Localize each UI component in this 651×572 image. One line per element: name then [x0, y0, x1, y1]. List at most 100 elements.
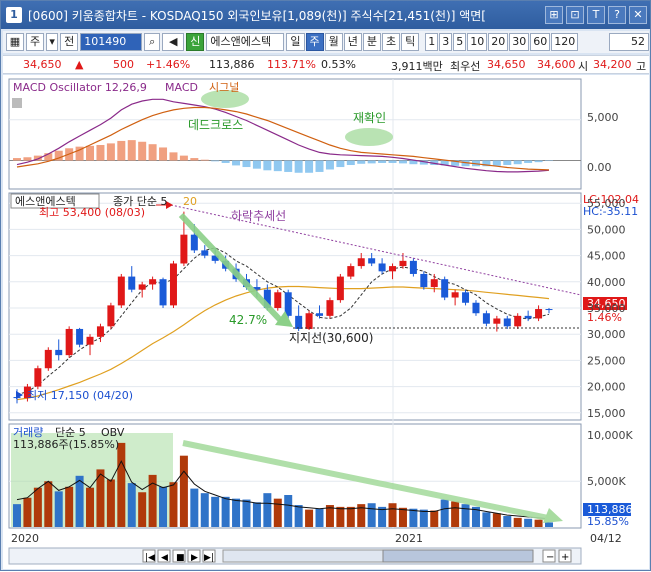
volume-bar [440, 499, 449, 527]
help-button[interactable]: ? [608, 6, 626, 24]
candle-body [96, 326, 104, 337]
scrollbar-track[interactable] [222, 549, 384, 563]
candle-body [336, 276, 344, 301]
volume-bar [513, 517, 522, 527]
stock-code-input[interactable]: 101490 [80, 33, 143, 51]
candle-body [190, 234, 198, 251]
prev-button[interactable]: 전 [60, 33, 79, 51]
trade-amount: 3,911백만 [391, 60, 443, 73]
volume-bar [419, 509, 428, 527]
market-select[interactable]: 주 [26, 33, 45, 51]
candle-body [357, 258, 365, 267]
volume-bar [409, 508, 418, 527]
layout-button[interactable]: ⊞ [545, 6, 563, 24]
turnover-ratio: 0.53% [321, 58, 356, 71]
volume-bar [159, 486, 168, 527]
macd-osc-bar [232, 160, 241, 166]
macd-osc-bar [284, 160, 293, 172]
interval-button-7[interactable]: 120 [551, 33, 579, 51]
candle-body [430, 279, 438, 288]
period-button-0[interactable]: 일 [286, 33, 305, 51]
period-button-6[interactable]: 틱 [401, 33, 420, 51]
volume-bar [86, 487, 95, 527]
interval-button-6[interactable]: 60 [530, 33, 551, 51]
candle-body [514, 315, 522, 327]
candle-body [128, 276, 136, 290]
macd-osc-bar [169, 152, 178, 161]
volume-bar [524, 518, 533, 527]
macd-osc-bar [315, 160, 324, 172]
minus-icon: − [546, 552, 554, 563]
stock-chart-svg[interactable]: MACD Oscillator 12,26,9 MACD 시그널 데드크로스 재… [3, 75, 649, 569]
candle-body [55, 349, 63, 356]
candle-body [482, 313, 490, 324]
period-button-3[interactable]: 년 [343, 33, 362, 51]
close-button[interactable]: ✕ [629, 6, 647, 24]
candle-body [441, 279, 449, 298]
signal-legend: 시그널 [209, 81, 239, 94]
chart-window: 1 [0600] 키움종합차트 - KOSDAQ150 외국인보유[1,089(… [0, 0, 651, 571]
candle-body [169, 263, 177, 306]
macd-osc-bar [138, 141, 147, 161]
volume-bar [13, 504, 21, 527]
macd-settings-icon[interactable] [12, 98, 22, 108]
support-label: 지지선(30,600) [289, 331, 373, 345]
current-price: 34,650 [23, 58, 62, 71]
interval-button-3[interactable]: 10 [467, 33, 488, 51]
volume-bar [346, 506, 355, 527]
market-chevron-icon[interactable]: ▾ [46, 33, 59, 51]
grid-icon[interactable]: ▦ [6, 33, 24, 51]
play-icon: ▶ [191, 553, 198, 563]
candle-body [451, 292, 459, 298]
macd-tick-5000: 5,000 [587, 111, 619, 124]
volume-bar [336, 506, 345, 527]
text-button[interactable]: T [587, 6, 605, 24]
pct-label: 42.7% [229, 313, 267, 327]
count-input[interactable]: 52 [609, 33, 649, 51]
speaker-icon[interactable]: ◀ [162, 33, 185, 51]
volume-bar [545, 522, 553, 527]
scrollbar-thumb[interactable] [382, 549, 534, 563]
chart-area[interactable]: MACD Oscillator 12,26,9 MACD 시그널 데드크로스 재… [3, 75, 649, 569]
window-title: [0600] 키움종합차트 - KOSDAQ150 외국인보유[1,089(천)… [28, 8, 486, 23]
candle-body [472, 302, 480, 314]
xaxis-2020: 2020 [11, 532, 39, 545]
interval-button-4[interactable]: 20 [488, 33, 509, 51]
volume-bar [33, 487, 42, 527]
candle-body [149, 279, 157, 285]
period-button-2[interactable]: 월 [324, 33, 343, 51]
open-price: 34,200 [593, 58, 632, 71]
candle-body [420, 273, 428, 288]
restore-button[interactable]: ⊡ [566, 6, 584, 24]
period-button-4[interactable]: 분 [362, 33, 381, 51]
high-note: 최고 53,400 (08/03) [39, 206, 145, 219]
candle-body [34, 368, 42, 387]
app-icon[interactable]: 1 [6, 7, 22, 23]
candle-body [274, 292, 282, 308]
macd-osc-bar [117, 140, 126, 161]
candle-body [503, 318, 511, 327]
volume-bar [106, 479, 115, 527]
volume-note: 113,886주(15.85%) [13, 438, 119, 451]
volume-bar [242, 499, 251, 527]
candle-body [535, 309, 543, 319]
stock-name: 에스앤에스텍 [206, 33, 285, 51]
reconfirm-label: 재확인 [353, 111, 386, 125]
interval-button-5[interactable]: 30 [509, 33, 530, 51]
volume-bar [200, 493, 209, 527]
new-button[interactable]: 신 [186, 33, 205, 51]
candle-body [378, 263, 386, 272]
period-button-5[interactable]: 초 [382, 33, 401, 51]
search-icon[interactable]: ⌕ [144, 33, 161, 51]
volume-value: 113,886 [209, 58, 255, 71]
price-bar: 34,650 ▲ 500 +1.46% 113,886 113.71% 0.53… [3, 55, 649, 74]
macd-osc-bar [159, 147, 168, 161]
macd-osc-bar [263, 160, 272, 171]
interval-button-1[interactable]: 3 [439, 33, 453, 51]
interval-button-2[interactable]: 5 [453, 33, 467, 51]
volume-bar [252, 502, 261, 527]
interval-button-0[interactable]: 1 [425, 33, 439, 51]
volume-bar [65, 486, 74, 527]
candle-body [65, 328, 73, 356]
period-button-1[interactable]: 주 [305, 33, 324, 51]
